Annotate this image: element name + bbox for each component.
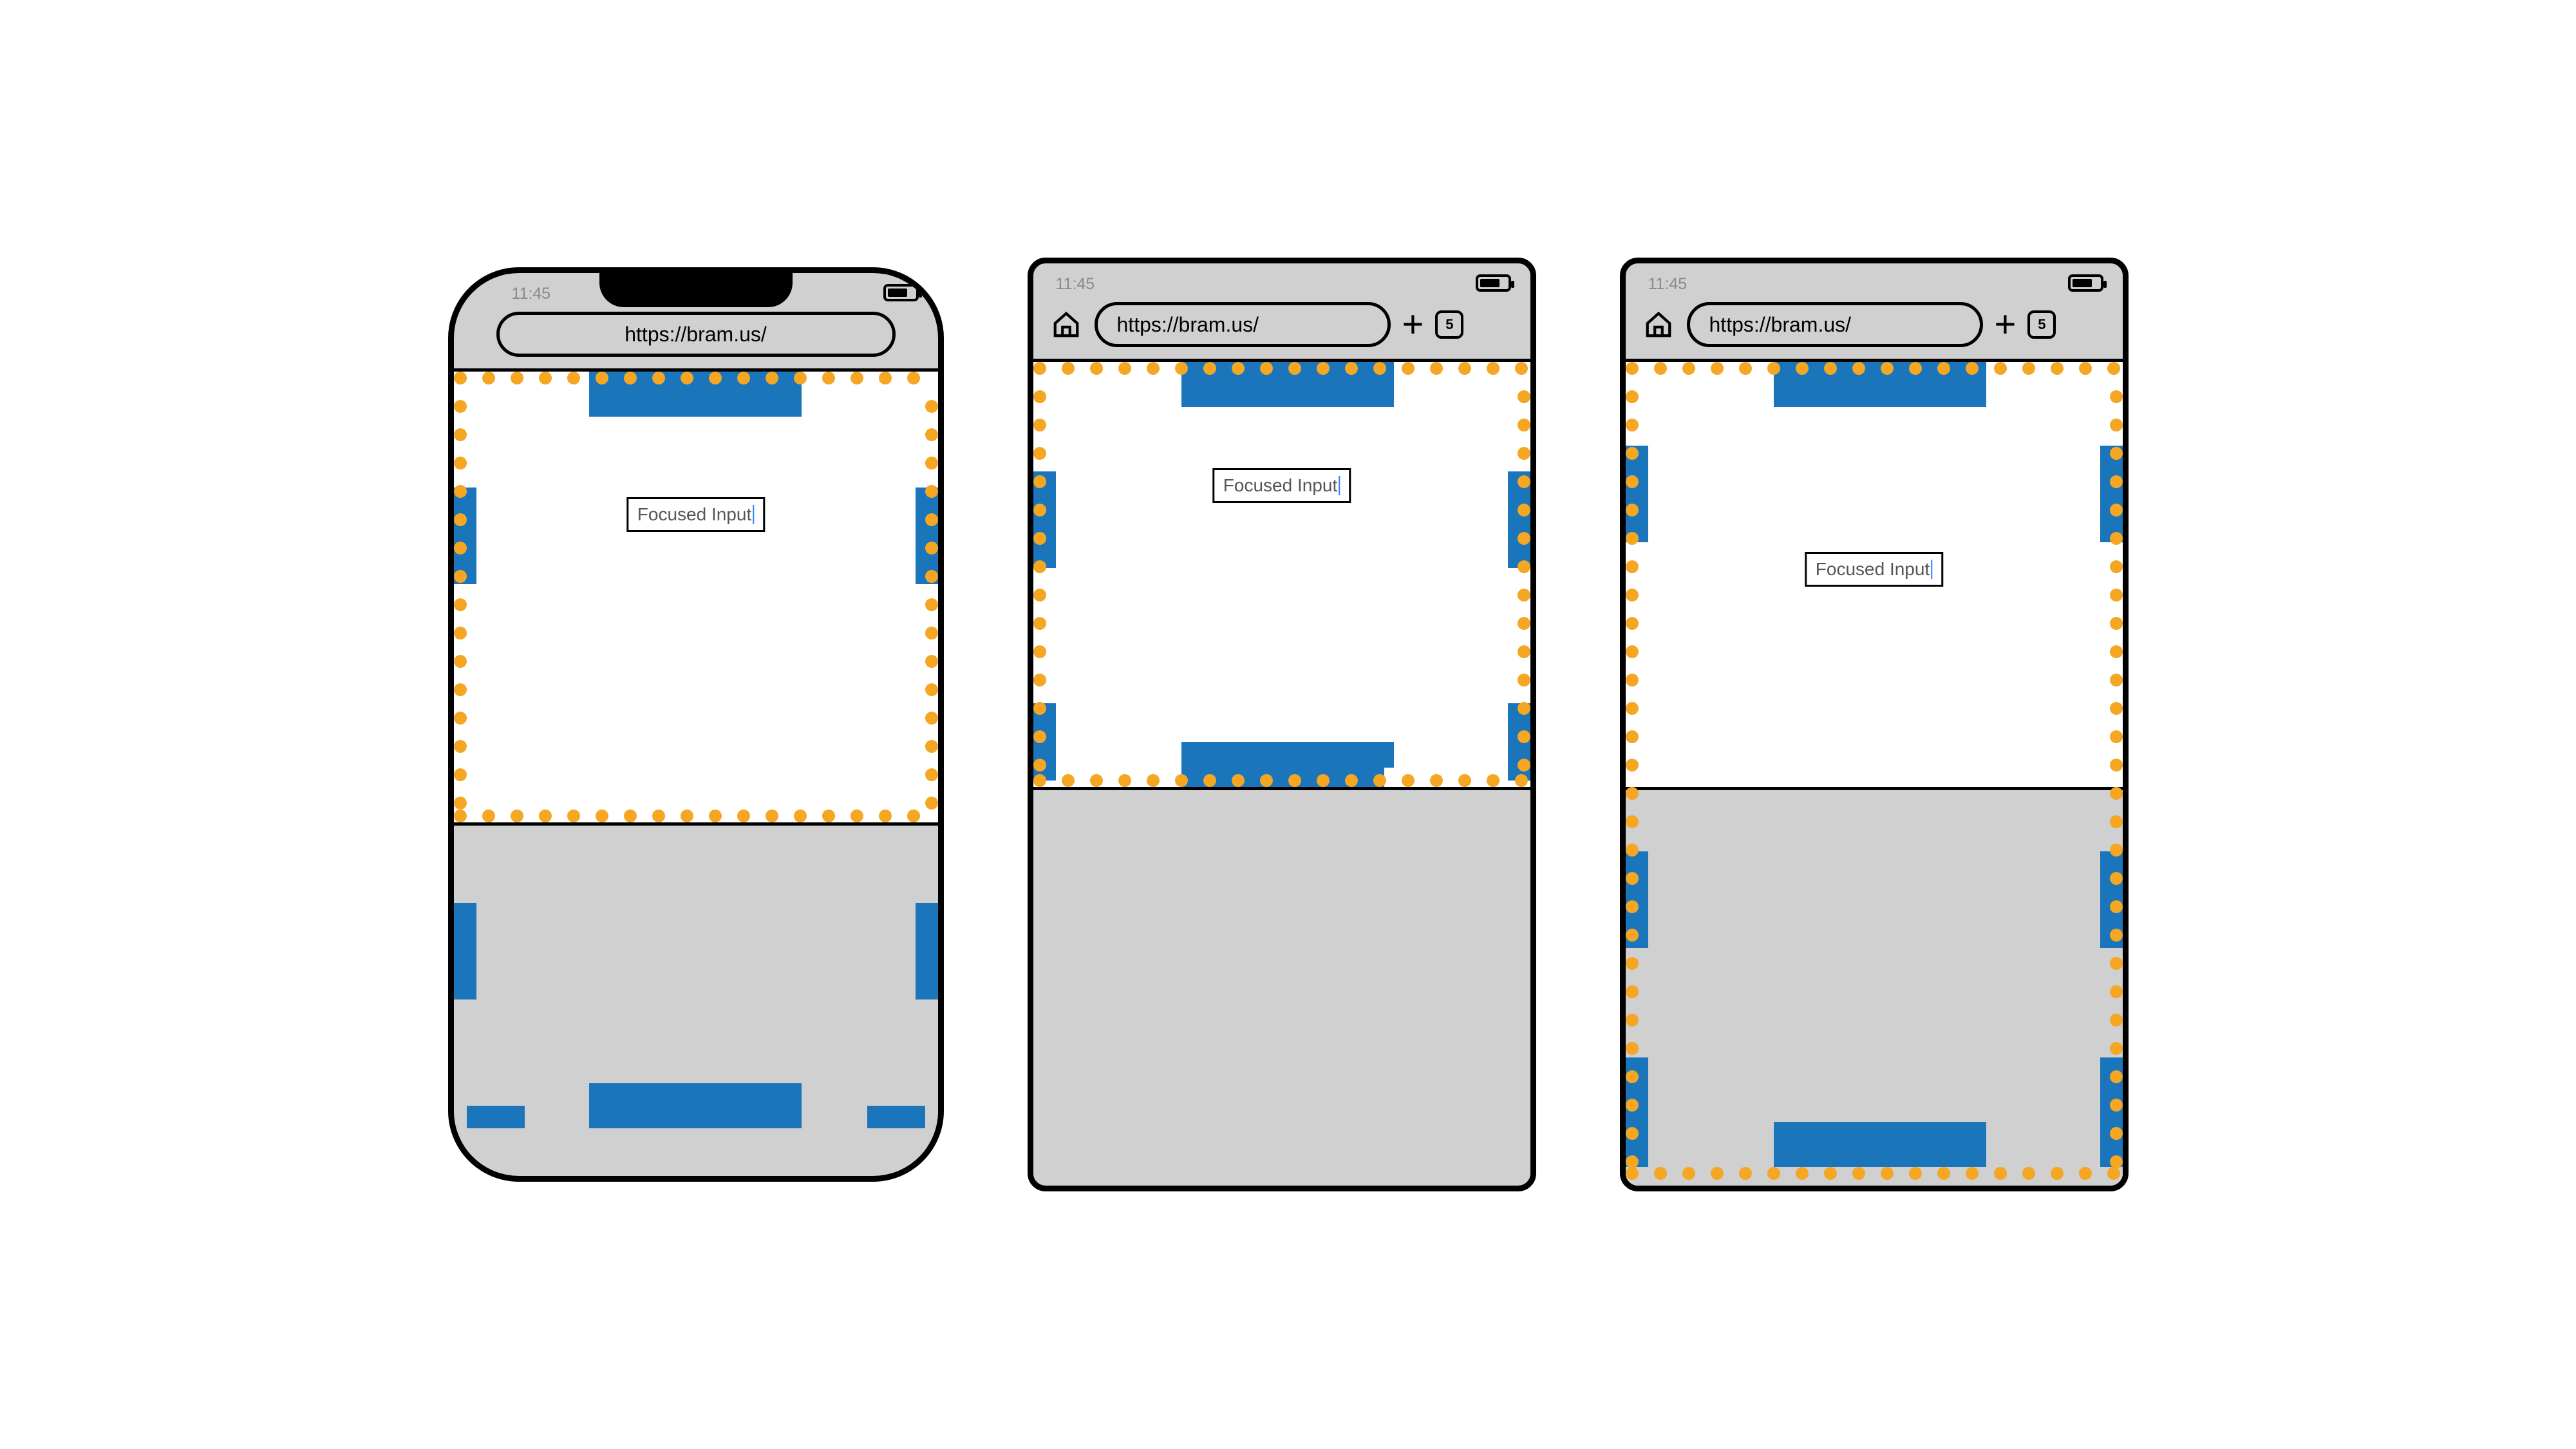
fixed-right-bar-lower [916, 903, 938, 999]
bottom-bar-notch [1384, 768, 1410, 787]
virtual-keyboard [454, 826, 938, 1173]
url-bar[interactable]: https://bram.us/ [496, 312, 896, 357]
browser-toolbar: https://bram.us/ [454, 312, 938, 368]
fixed-bottom-bar [1774, 1122, 1986, 1167]
fixed-bottom-bar [589, 1083, 802, 1128]
new-tab-icon[interactable]: + [1402, 306, 1424, 343]
battery-icon [2068, 274, 2103, 292]
focused-input[interactable]: Focused Input [1805, 552, 1943, 587]
fixed-right-bar [1508, 471, 1530, 568]
home-icon[interactable] [1049, 308, 1083, 341]
text-cursor [753, 505, 754, 524]
fixed-right-bar-lower [2100, 1057, 2123, 1167]
home-icon[interactable] [1642, 308, 1675, 341]
fixed-left-bar [1033, 471, 1056, 568]
diagram-stage: 11:45 https://bram.us/ Focused Input [0, 0, 2576, 1449]
fixed-left-bar-mid [1626, 851, 1648, 948]
fixed-top-bar [1181, 362, 1394, 407]
viewport-content: Focused Input [1626, 362, 2123, 1186]
fixed-right-bar [916, 488, 938, 584]
tab-count-badge[interactable]: 5 [2027, 310, 2056, 339]
url-text: https://bram.us/ [1709, 313, 1852, 337]
tab-count-badge[interactable]: 5 [1435, 310, 1463, 339]
text-cursor [1931, 560, 1932, 579]
virtual-keyboard [1033, 790, 1530, 1183]
browser-toolbar: https://bram.us/ + 5 [1033, 302, 1530, 359]
fixed-top-bar [1774, 362, 1986, 407]
icb-outline [1040, 368, 1524, 781]
fixed-right-bar-lower [1508, 703, 1530, 781]
ios-notch [599, 272, 793, 307]
fixed-right-bar-upper [2100, 446, 2123, 542]
fixed-left-bar-lower [454, 903, 476, 999]
fixed-bottom-left-stub [467, 1106, 525, 1128]
url-text: https://bram.us/ [625, 323, 767, 346]
url-bar[interactable]: https://bram.us/ [1687, 302, 1983, 347]
input-text: Focused Input [637, 504, 751, 525]
fixed-right-bar-mid [2100, 851, 2123, 948]
fixed-left-bar-lower [1033, 703, 1056, 781]
focused-input[interactable]: Focused Input [626, 497, 765, 532]
viewport-content: Focused Input [454, 372, 938, 822]
input-text: Focused Input [1223, 475, 1337, 496]
status-bar: 11:45 [1626, 263, 2123, 302]
fixed-left-bar-lower [1626, 1057, 1648, 1167]
phone-android-resize: 11:45 https://bram.us/ + 5 [1028, 258, 1536, 1191]
battery-icon [1476, 274, 1511, 292]
fixed-bottom-right-stub [867, 1106, 925, 1128]
fixed-top-bar [589, 372, 802, 417]
url-text: https://bram.us/ [1117, 313, 1259, 337]
browser-toolbar: https://bram.us/ + 5 [1626, 302, 2123, 359]
status-bar: 11:45 [1033, 263, 1530, 302]
status-time: 11:45 [1648, 275, 1688, 294]
icb-outline [460, 378, 932, 816]
viewport-content: Focused Input [1033, 362, 1530, 787]
input-text: Focused Input [1816, 559, 1930, 580]
phone-android-overlay: 11:45 https://bram.us/ + 5 Focus [1620, 258, 2129, 1191]
status-time: 11:45 [1056, 275, 1095, 294]
phone-ios: 11:45 https://bram.us/ Focused Input [448, 267, 944, 1182]
fixed-bottom-bar [1181, 742, 1394, 787]
fixed-left-bar-upper [1626, 446, 1648, 542]
text-cursor [1339, 476, 1340, 495]
fixed-left-bar [454, 488, 476, 584]
new-tab-icon[interactable]: + [1995, 306, 2017, 343]
focused-input[interactable]: Focused Input [1212, 468, 1351, 503]
battery-icon [883, 284, 919, 301]
url-bar[interactable]: https://bram.us/ [1095, 302, 1391, 347]
status-time: 11:45 [512, 285, 551, 303]
